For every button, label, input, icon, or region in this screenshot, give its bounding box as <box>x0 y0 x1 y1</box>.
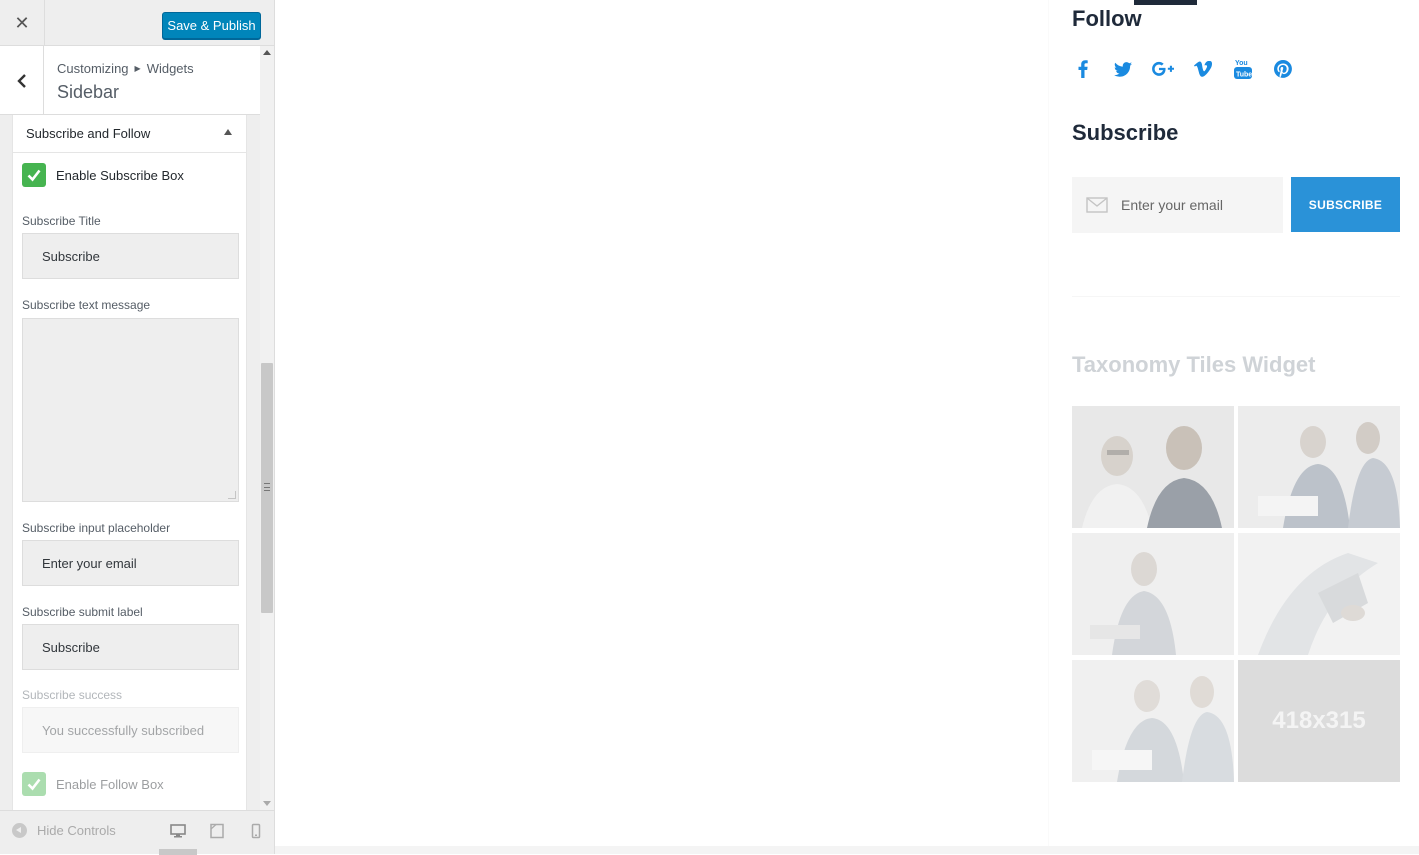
email-input[interactable]: Enter your email <box>1072 177 1283 233</box>
chevron-left-icon <box>16 73 26 88</box>
placeholder-label: Subscribe input placeholder <box>22 521 171 535</box>
preview-sidebar: Follow You Tube Subscribe Enter your ema… <box>1048 0 1419 846</box>
tile-image[interactable] <box>1072 660 1234 782</box>
close-icon: ✕ <box>14 12 30 33</box>
subscribe-follow-widget: Subscribe and Follow Enable Subscribe Bo… <box>12 115 247 810</box>
svg-text:Tube: Tube <box>1236 72 1252 79</box>
enable-follow-label: Enable Follow Box <box>56 776 164 792</box>
subscribe-text-textarea[interactable] <box>22 318 239 502</box>
section-title: Sidebar <box>57 82 120 102</box>
customizer-footer: Hide Controls <box>0 810 274 855</box>
submit-label-input[interactable]: Subscribe <box>22 624 239 670</box>
panel-scrollbar[interactable] <box>260 46 274 810</box>
section-header: Customizing ▶ Widgets Sidebar <box>0 46 260 115</box>
save-publish-button[interactable]: Save & Publish <box>162 12 261 39</box>
enable-subscribe-label: Enable Subscribe Box <box>56 167 184 183</box>
checkmark-icon <box>27 169 41 182</box>
subscribe-form: Enter your email SUBSCRIBE <box>1072 177 1400 233</box>
tile-image[interactable] <box>1072 533 1234 655</box>
subscribe-title-input[interactable]: Subscribe <box>22 233 239 279</box>
subscribe-text-label: Subscribe text message <box>22 298 151 312</box>
subscribe-title: Subscribe <box>1072 120 1179 145</box>
enable-subscribe-row: Enable Subscribe Box <box>22 163 184 187</box>
breadcrumb: Customizing ▶ Widgets <box>57 61 194 76</box>
collapse-circle-icon <box>12 823 27 838</box>
taxonomy-title: Taxonomy Tiles Widget <box>1072 352 1316 377</box>
breadcrumb-root: Customizing <box>57 61 129 76</box>
follow-title: Follow <box>1072 6 1142 31</box>
placeholder-input[interactable]: Enter your email <box>22 540 239 586</box>
preview-bottom-edge <box>275 846 1419 854</box>
subscribe-title-label: Subscribe Title <box>22 214 101 228</box>
taxonomy-tiles-grid: 418x315 <box>1072 406 1402 782</box>
youtube-icon[interactable]: You Tube <box>1232 58 1254 80</box>
mobile-icon[interactable] <box>248 823 264 839</box>
resize-handle-icon[interactable] <box>228 491 236 499</box>
hide-controls-label: Hide Controls <box>37 823 116 838</box>
customizer-scroll-area: Customizing ▶ Widgets Sidebar Subscribe an… <box>0 46 260 810</box>
social-icons: You Tube <box>1072 58 1312 80</box>
widget-title-bar[interactable]: Subscribe and Follow <box>13 115 246 153</box>
pinterest-icon[interactable] <box>1272 58 1294 80</box>
tile-image[interactable] <box>1072 406 1234 528</box>
google-plus-icon[interactable] <box>1152 58 1174 80</box>
collapse-arrow-icon[interactable] <box>224 129 232 135</box>
breadcrumb-child: Widgets <box>146 61 194 76</box>
desktop-icon[interactable] <box>170 823 186 839</box>
breadcrumb-separator-icon: ▶ <box>134 64 141 73</box>
divider <box>1072 296 1400 297</box>
twitter-icon[interactable] <box>1112 58 1134 80</box>
success-label: Subscribe success <box>22 688 123 702</box>
facebook-icon[interactable] <box>1072 58 1094 80</box>
submit-label-label: Subscribe submit label <box>22 605 143 619</box>
svg-text:You: You <box>1235 60 1248 67</box>
email-placeholder: Enter your email <box>1121 197 1223 213</box>
enable-follow-row: Enable Follow Box <box>22 772 164 796</box>
hide-controls-button[interactable]: Hide Controls <box>12 823 116 838</box>
scroll-down-arrow-icon[interactable] <box>263 801 271 806</box>
scroll-up-arrow-icon[interactable] <box>263 50 271 55</box>
customizer-panel: ✕ Save & Publish Customizing ▶ Widgets Sid… <box>0 0 275 855</box>
scrollbar-thumb[interactable] <box>261 363 273 613</box>
tile-image[interactable] <box>1238 533 1400 655</box>
back-button[interactable] <box>0 46 44 115</box>
checkmark-icon <box>27 778 41 791</box>
tile-placeholder-text: 418x315 <box>1272 707 1366 734</box>
tile-placeholder[interactable]: 418x315 <box>1238 660 1400 782</box>
envelope-icon <box>1086 197 1108 213</box>
enable-subscribe-checkbox[interactable] <box>22 163 46 187</box>
widget-title: Subscribe and Follow <box>26 126 151 141</box>
subscribe-button[interactable]: SUBSCRIBE <box>1291 177 1400 232</box>
tile-image[interactable] <box>1238 406 1400 528</box>
site-preview: Follow You Tube Subscribe Enter your ema… <box>275 0 1419 854</box>
enable-follow-checkbox[interactable] <box>22 772 46 796</box>
tablet-icon[interactable] <box>209 823 225 839</box>
active-device-indicator <box>159 849 197 855</box>
grip-icon <box>264 483 270 491</box>
success-input[interactable]: You successfully subscribed <box>22 707 239 753</box>
vimeo-icon[interactable] <box>1192 58 1214 80</box>
customizer-header: ✕ Save & Publish <box>0 0 274 46</box>
close-button[interactable]: ✕ <box>0 0 45 46</box>
